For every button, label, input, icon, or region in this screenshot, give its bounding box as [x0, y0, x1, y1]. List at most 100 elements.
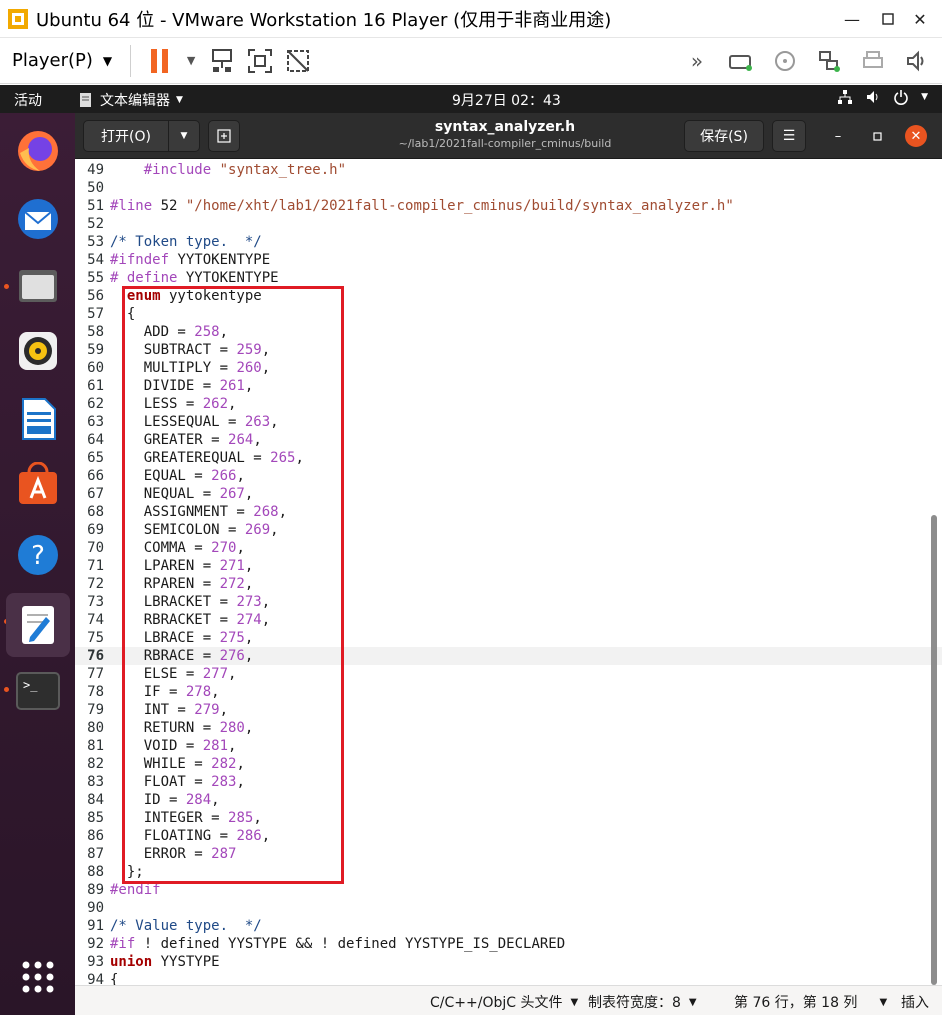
code-line[interactable]: 73 LBRACKET = 273,	[75, 593, 942, 611]
code-line[interactable]: 67 NEQUAL = 267,	[75, 485, 942, 503]
tab-width-selector[interactable]: 制表符宽度：8 ▼	[588, 992, 697, 1012]
code-line[interactable]: 85 INTEGER = 285,	[75, 809, 942, 827]
vmware-titlebar: Ubuntu 64 位 - VMware Workstation 16 Play…	[0, 0, 942, 38]
thunderbird-icon[interactable]	[12, 193, 64, 245]
help-icon[interactable]: ?	[12, 529, 64, 581]
cd-rom-icon[interactable]	[770, 46, 800, 76]
code-line[interactable]: 79 INT = 279,	[75, 701, 942, 719]
code-line[interactable]: 63 LESSEQUAL = 263,	[75, 413, 942, 431]
software-icon[interactable]	[12, 459, 64, 511]
code-line[interactable]: 59 SUBTRACT = 259,	[75, 341, 942, 359]
show-applications-icon[interactable]	[12, 951, 64, 1003]
minimize-icon[interactable]: —	[834, 0, 870, 38]
code-line[interactable]: 62 LESS = 262,	[75, 395, 942, 413]
code-line[interactable]: 49 #include "syntax_tree.h"	[75, 161, 942, 179]
fast-forward-icon[interactable]: »	[682, 46, 712, 76]
network-icon[interactable]	[207, 46, 237, 76]
close-icon[interactable]: ✕	[902, 0, 938, 38]
text-editor-icon[interactable]	[6, 593, 70, 657]
code-line[interactable]: 81 VOID = 281,	[75, 737, 942, 755]
firefox-icon[interactable]	[12, 125, 64, 177]
code-line[interactable]: 69 SEMICOLON = 269,	[75, 521, 942, 539]
player-menu[interactable]: Player(P) ▼	[12, 50, 112, 71]
code-line[interactable]: 64 GREATER = 264,	[75, 431, 942, 449]
minimize-icon[interactable]: –	[827, 125, 849, 147]
close-icon[interactable]: ✕	[905, 125, 927, 147]
new-tab-button[interactable]	[208, 120, 240, 152]
code-line[interactable]: 74 RBRACKET = 274,	[75, 611, 942, 629]
activities-button[interactable]: 活动	[14, 90, 42, 110]
rhythmbox-icon[interactable]	[12, 325, 64, 377]
code-line[interactable]: 88 };	[75, 863, 942, 881]
line-number: 50	[87, 180, 104, 196]
code-line[interactable]: 80 RETURN = 280,	[75, 719, 942, 737]
sound-icon[interactable]	[902, 46, 932, 76]
open-button[interactable]: 打开(O)	[83, 120, 169, 152]
code-line[interactable]: 87 ERROR = 287	[75, 845, 942, 863]
code-line[interactable]: 70 COMMA = 270,	[75, 539, 942, 557]
line-number: 54	[87, 252, 104, 268]
code-line[interactable]: 83 FLOAT = 283,	[75, 773, 942, 791]
code-line[interactable]: 60 MULTIPLY = 260,	[75, 359, 942, 377]
printer-icon[interactable]	[858, 46, 888, 76]
line-text: RBRACE = 276,	[110, 648, 254, 664]
code-line[interactable]: 61 DIVIDE = 261,	[75, 377, 942, 395]
hamburger-menu-button[interactable]: ☰	[772, 120, 806, 152]
save-button[interactable]: 保存(S)	[684, 120, 764, 152]
code-line[interactable]: 68 ASSIGNMENT = 268,	[75, 503, 942, 521]
code-line[interactable]: 50	[75, 179, 942, 197]
code-line[interactable]: 93 union YYSTYPE	[75, 953, 942, 971]
hard-disk-icon[interactable]	[726, 46, 756, 76]
line-number: 88	[87, 864, 104, 880]
code-line[interactable]: 52	[75, 215, 942, 233]
code-line[interactable]: 57 {	[75, 305, 942, 323]
language-selector[interactable]: C/C++/ObjC 头文件 ▼	[430, 992, 578, 1012]
chevron-down-icon: ▼	[180, 131, 188, 141]
code-editor[interactable]: 49 #include "syntax_tree.h" 50 51 #line 52 …	[75, 159, 942, 985]
open-dropdown-button[interactable]: ▼	[168, 120, 200, 152]
line-text: INT = 279,	[110, 702, 229, 718]
code-line[interactable]: 55 # define YYTOKENTYPE	[75, 269, 942, 287]
system-tray[interactable]: ▼	[837, 89, 928, 105]
code-line[interactable]: 54 #ifndef YYTOKENTYPE	[75, 251, 942, 269]
code-line[interactable]: 76 RBRACE = 276,	[75, 647, 942, 665]
code-line[interactable]: 86 FLOATING = 286,	[75, 827, 942, 845]
vertical-scrollbar[interactable]	[931, 515, 937, 985]
code-line[interactable]: 82 WHILE = 282,	[75, 755, 942, 773]
code-line[interactable]: 56 enum yytokentype	[75, 287, 942, 305]
app-menu[interactable]: 文本编辑器 ▼	[78, 90, 183, 110]
code-line[interactable]: 51 #line 52 "/home/xht/lab1/2021fall-comp…	[75, 197, 942, 215]
editor-headerbar: 打开(O) ▼ syntax_analyzer.h ~/lab1/2021fal…	[75, 113, 942, 159]
pause-dropdown-icon[interactable]: ▼	[183, 46, 199, 76]
code-line[interactable]: 94 {	[75, 971, 942, 985]
code-line[interactable]: 66 EQUAL = 266,	[75, 467, 942, 485]
pause-icon[interactable]	[145, 46, 175, 76]
code-line[interactable]: 92 #if ! defined YYSTYPE && ! defined YYS…	[75, 935, 942, 953]
code-line[interactable]: 91 /* Value type. */	[75, 917, 942, 935]
unity-icon[interactable]	[283, 46, 313, 76]
code-line[interactable]: 90	[75, 899, 942, 917]
line-number: 71	[87, 558, 104, 574]
code-line[interactable]: 53 /* Token type. */	[75, 233, 942, 251]
code-line[interactable]: 77 ELSE = 277,	[75, 665, 942, 683]
maximize-icon[interactable]	[870, 0, 906, 38]
code-line[interactable]: 89 #endif	[75, 881, 942, 899]
network-adapter-icon[interactable]	[814, 46, 844, 76]
clock[interactable]: 9月27日 02：43	[452, 90, 561, 110]
insert-mode-label[interactable]: 插入	[901, 992, 929, 1012]
code-line[interactable]: 84 ID = 284,	[75, 791, 942, 809]
maximize-icon[interactable]	[866, 125, 888, 147]
cursor-position-selector[interactable]: 第 76 行，第 18 列 ▼	[734, 992, 887, 1012]
terminal-icon[interactable]: >_	[12, 665, 64, 717]
code-line[interactable]: 72 RPAREN = 272,	[75, 575, 942, 593]
libreoffice-writer-icon[interactable]	[12, 393, 64, 445]
code-line[interactable]: 71 LPAREN = 271,	[75, 557, 942, 575]
code-line[interactable]: 75 LBRACE = 275,	[75, 629, 942, 647]
code-line[interactable]: 65 GREATEREQUAL = 265,	[75, 449, 942, 467]
line-number: 87	[87, 846, 104, 862]
code-line[interactable]: 58 ADD = 258,	[75, 323, 942, 341]
files-icon[interactable]	[12, 259, 64, 311]
code-line[interactable]: 78 IF = 278,	[75, 683, 942, 701]
fullscreen-icon[interactable]	[245, 46, 275, 76]
line-text: EQUAL = 266,	[110, 468, 245, 484]
